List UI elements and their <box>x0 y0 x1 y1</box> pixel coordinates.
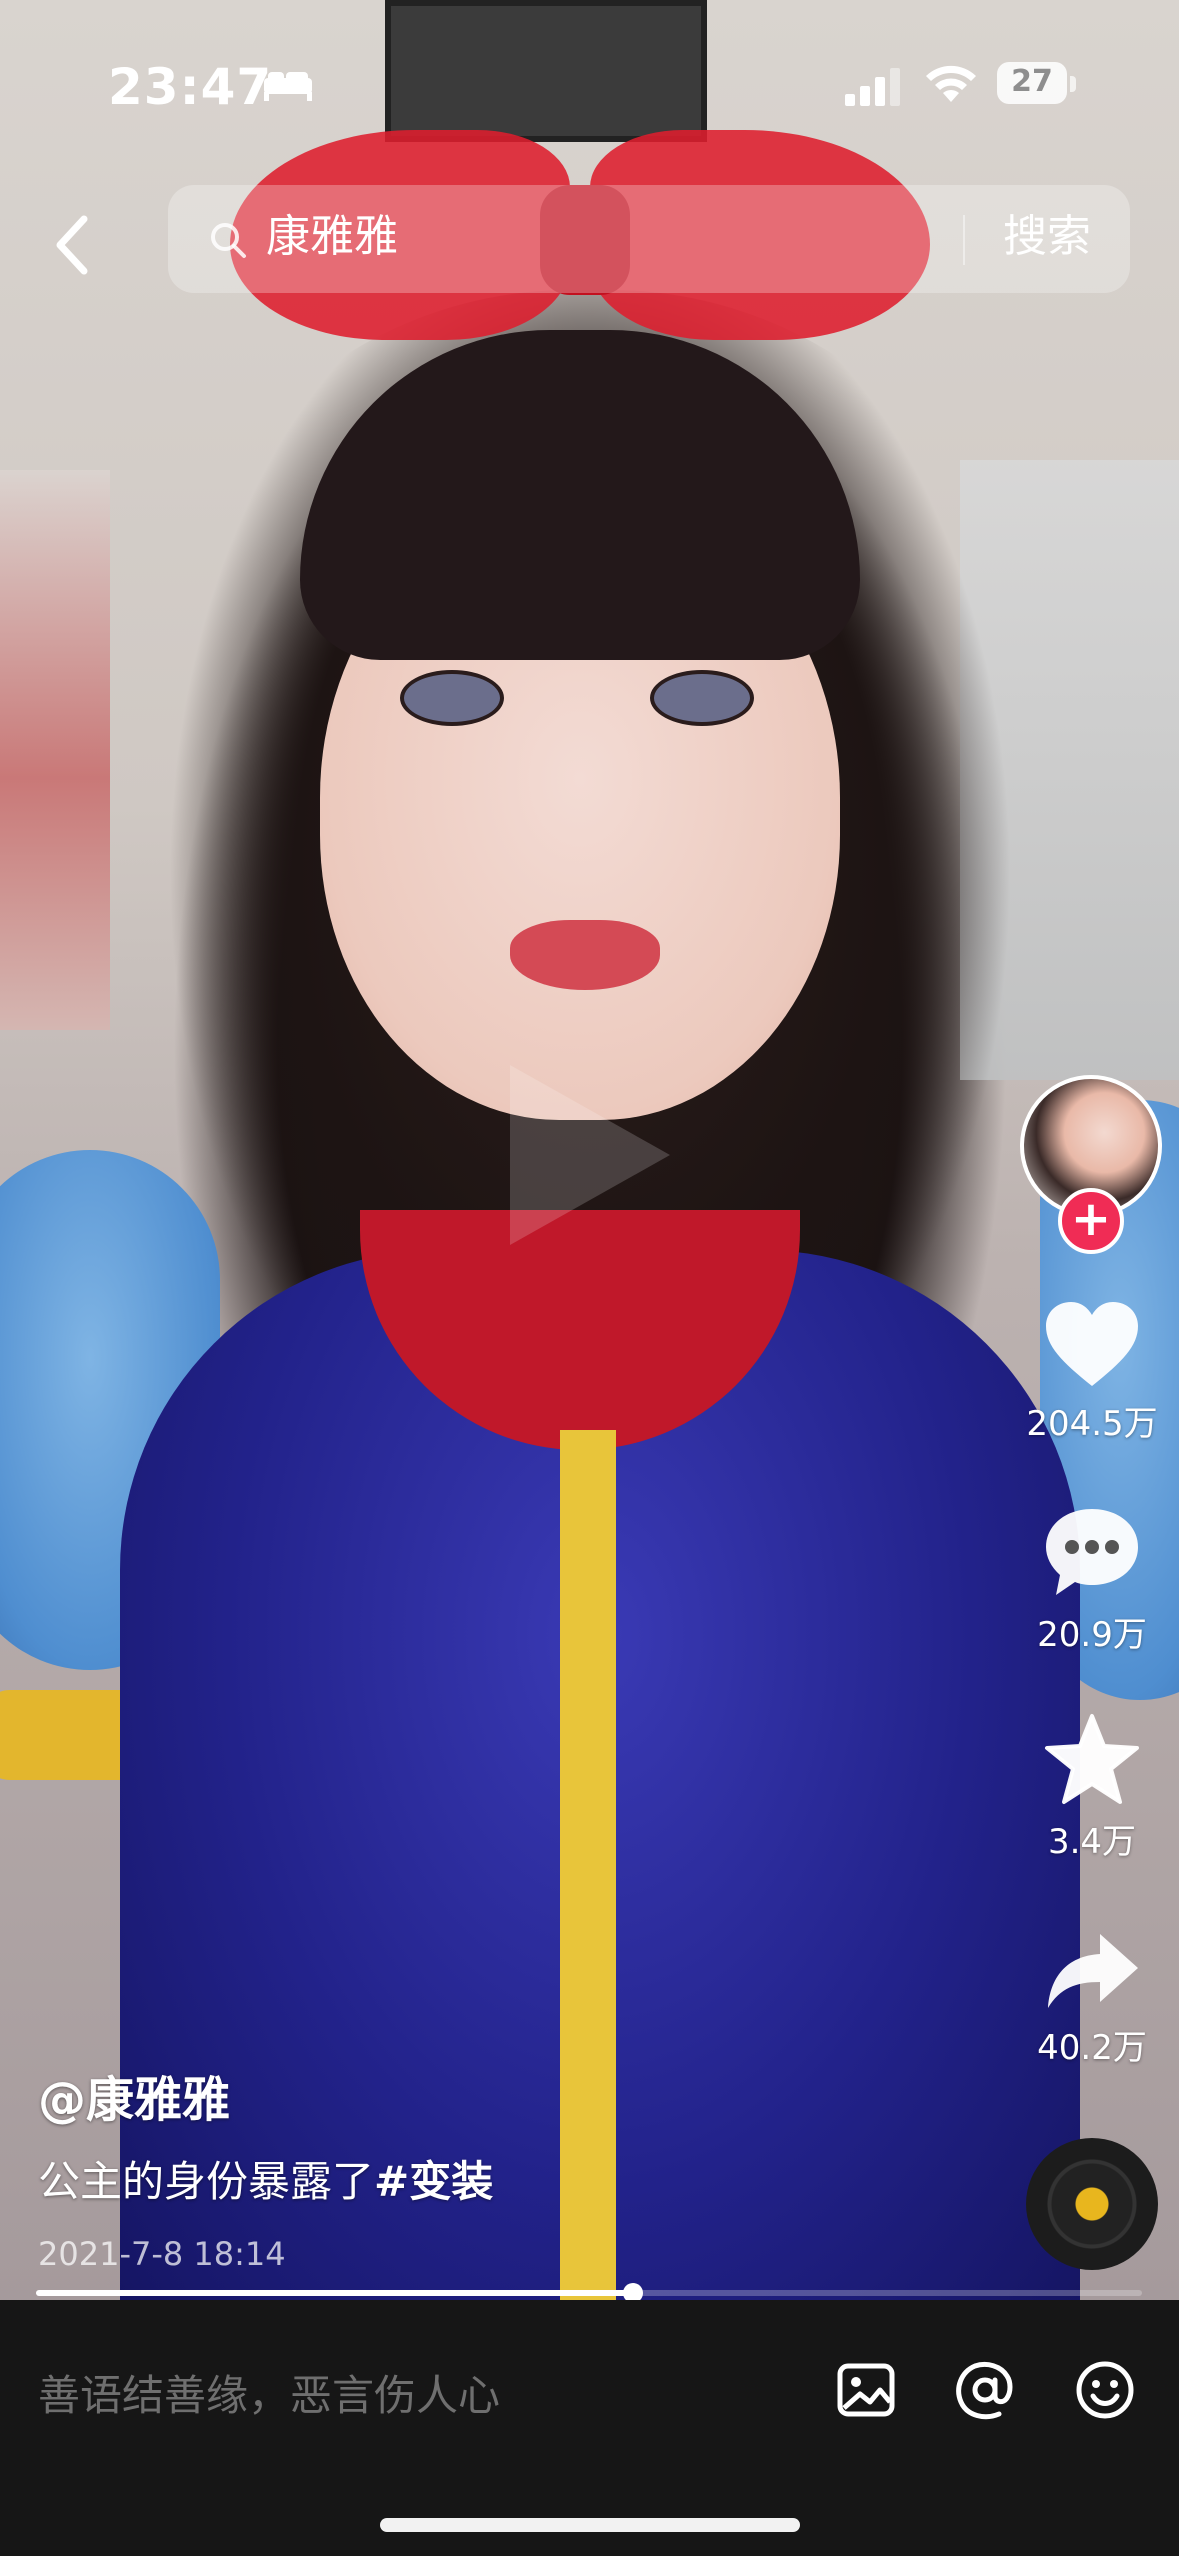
battery-icon: 27 <box>997 62 1077 108</box>
status-bar: 23:47 27 <box>0 0 1179 150</box>
share-button[interactable]: 40.2万 <box>1012 1930 1172 2069</box>
hashtag-link[interactable]: #变装 <box>374 2157 493 2206</box>
battery-level: 27 <box>1011 64 1053 99</box>
search-icon <box>211 223 246 258</box>
share-arrow-icon <box>1048 1934 1138 2008</box>
heart-icon <box>1046 1302 1138 1386</box>
emoji-icon[interactable] <box>1073 2358 1137 2422</box>
video-subject-stripe <box>560 1430 616 2300</box>
search-button[interactable]: 搜索 <box>1003 207 1091 267</box>
status-time: 23:47 <box>108 58 273 116</box>
home-indicator <box>380 2518 800 2532</box>
author-handle[interactable]: @康雅雅 <box>38 2060 230 2130</box>
like-button[interactable]: 204.5万 <box>1012 1300 1172 1445</box>
favorite-button[interactable]: 3.4万 <box>1012 1712 1172 1863</box>
play-icon[interactable] <box>510 1065 670 1245</box>
comment-count: 20.9万 <box>1037 1615 1147 1655</box>
star-icon <box>1045 1714 1139 1804</box>
wifi-icon <box>926 65 976 102</box>
video-description: 公主的身份暴露了#变装 <box>38 2148 493 2209</box>
description-text: 公主的身份暴露了 <box>38 2157 375 2206</box>
favorite-count: 3.4万 <box>1047 1822 1137 1862</box>
video-subject-eye <box>400 670 504 726</box>
video-background-wall <box>0 470 110 1030</box>
search-bar[interactable]: 康雅雅 搜索 <box>168 185 1130 293</box>
video-subject-lips <box>510 920 660 990</box>
comment-button[interactable]: 20.9万 <box>1012 1505 1172 1656</box>
search-input[interactable]: 康雅雅 <box>266 207 398 267</box>
video-subject-eye <box>650 670 754 726</box>
cellular-signal-icon <box>845 68 900 106</box>
at-mention-icon[interactable] <box>953 2358 1017 2422</box>
music-disc-icon[interactable] <box>1026 2138 1158 2270</box>
like-count: 204.5万 <box>1026 1404 1158 1444</box>
image-icon[interactable] <box>834 2358 898 2422</box>
share-count: 40.2万 <box>1037 2028 1147 2068</box>
comment-input[interactable]: 善语结善缘，恶言伤人心 <box>38 2362 500 2423</box>
sleep-focus-icon <box>264 72 312 101</box>
video-progress-bar[interactable] <box>36 2283 1142 2303</box>
video-progress-fill <box>36 2290 634 2296</box>
comment-bubble-icon <box>1046 1509 1138 1595</box>
follow-button[interactable]: + <box>1058 1188 1124 1254</box>
search-divider <box>963 215 965 265</box>
back-chevron-icon[interactable] <box>50 205 100 285</box>
publish-date: 2021-7-8 18:14 <box>38 2235 286 2273</box>
comment-bar: 善语结善缘，恶言伤人心 <box>0 2300 1179 2556</box>
